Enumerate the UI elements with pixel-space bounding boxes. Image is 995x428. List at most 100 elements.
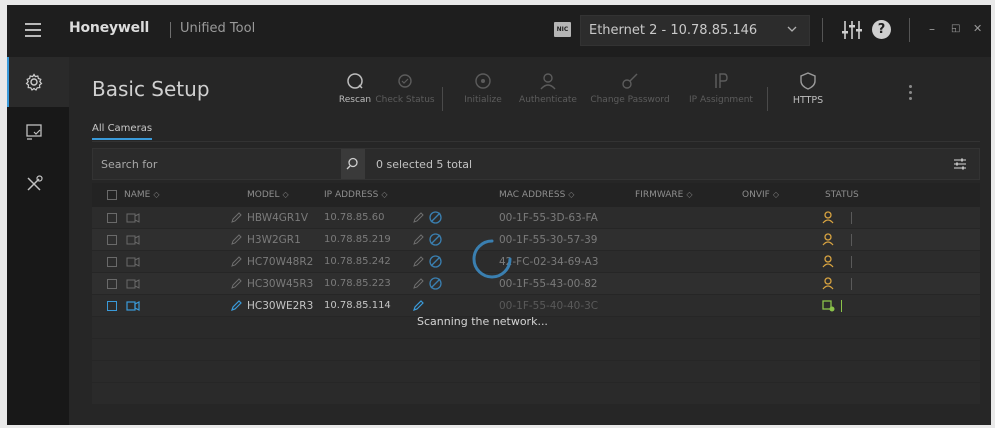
cell-mac-address: 00-1F-55-40-40-3C <box>499 300 599 312</box>
cell-mac-address: 00-1F-55-3D-63-FA <box>499 212 598 224</box>
authenticate-icon <box>540 73 556 90</box>
unlink-icon[interactable] <box>428 254 443 269</box>
initialize-icon <box>475 73 491 89</box>
cell-ip-address: 10.78.85.219 <box>324 234 391 245</box>
table-row[interactable]: H3W2GR1 10.78.85.219 00-1F-55-30-57-39 <box>92 229 980 251</box>
column-status[interactable]: STATUS <box>825 190 859 200</box>
unlink-icon[interactable] <box>428 232 443 247</box>
minimize-button[interactable]: – <box>929 22 935 36</box>
camera-icon <box>126 279 140 289</box>
page-title: Basic Setup <box>92 77 210 101</box>
table-row[interactable]: HC70W48R2 10.78.85.242 42-FC-02-34-69-A3 <box>92 251 980 273</box>
search-button[interactable] <box>341 149 365 179</box>
restore-button[interactable]: ◱ <box>951 22 960 36</box>
unlink-icon[interactable] <box>428 276 443 291</box>
brand-logo: Honeywell <box>69 20 150 36</box>
status-divider <box>851 234 852 246</box>
row-checkbox[interactable] <box>107 235 117 245</box>
row-checkbox[interactable] <box>107 213 117 223</box>
column-model[interactable]: MODEL ◇ <box>247 190 289 200</box>
network-select[interactable]: Ethernet 2 - 10.78.85.146 <box>580 15 810 46</box>
column-firmware[interactable]: FIRMWARE ◇ <box>635 190 693 200</box>
edit-ip-icon[interactable] <box>412 211 425 224</box>
table-row[interactable]: HC30WE2R3 10.78.85.114 00-1F-55-40-40-3C <box>92 295 980 317</box>
close-button[interactable]: ✕ <box>973 22 982 36</box>
status-divider <box>851 256 852 268</box>
change-password-button[interactable]: Change Password <box>588 71 672 105</box>
tab-all-cameras[interactable]: All Cameras <box>92 123 153 140</box>
status-divider <box>841 300 842 312</box>
authenticate-button[interactable]: Authenticate <box>516 71 580 105</box>
check-status-label: Check Status <box>375 95 435 105</box>
column-onvif[interactable]: ONVIF ◇ <box>742 190 779 200</box>
initialize-button[interactable]: Initialize <box>459 71 507 105</box>
cell-model: HC30W45R3 <box>247 278 314 290</box>
status-divider <box>851 212 852 224</box>
toolbar-divider <box>767 87 768 111</box>
device-scan-icon[interactable] <box>24 122 44 142</box>
titlebar-divider <box>822 18 823 42</box>
ip-assignment-icon <box>715 73 728 88</box>
settings-sliders-icon[interactable] <box>841 19 863 41</box>
brand-divider <box>170 22 171 38</box>
camera-icon <box>126 213 140 223</box>
gear-icon[interactable] <box>24 72 44 92</box>
camera-icon <box>126 301 140 311</box>
change-password-label: Change Password <box>590 95 670 105</box>
search-input[interactable] <box>101 150 341 178</box>
sidebar-active-indicator <box>7 57 9 107</box>
ip-assignment-button[interactable]: IP Assignment <box>681 71 761 105</box>
edit-ip-icon[interactable] <box>412 277 425 290</box>
selection-count: 0 selected 5 total <box>376 158 473 171</box>
network-select-value: Ethernet 2 - 10.78.85.146 <box>589 23 758 38</box>
edit-model-icon[interactable] <box>230 277 243 290</box>
cell-ip-address: 10.78.85.114 <box>324 300 391 311</box>
table-row[interactable]: HBW4GR1V 10.78.85.60 00-1F-55-3D-63-FA <box>92 207 980 229</box>
column-name[interactable]: NAME ◇ <box>124 190 160 200</box>
table-row[interactable]: HC30W45R3 10.78.85.223 00-1F-55-43-00-82 <box>92 273 980 295</box>
select-all-checkbox[interactable] <box>107 190 117 202</box>
check-status-button[interactable]: Check Status <box>375 71 435 105</box>
column-mac-address[interactable]: MAC ADDRESS ◇ <box>499 190 574 200</box>
device-online-icon <box>822 300 835 312</box>
camera-icon <box>126 257 140 267</box>
main-panel: Basic Setup Rescan Check Status Initiali… <box>69 57 991 425</box>
search-icon <box>346 157 358 170</box>
cell-model: HBW4GR1V <box>247 212 309 224</box>
cell-model: HC70W48R2 <box>247 256 314 268</box>
https-label: HTTPS <box>792 95 824 106</box>
row-checkbox[interactable] <box>107 279 117 289</box>
check-status-icon <box>398 74 412 88</box>
status-divider <box>851 278 852 290</box>
edit-ip-icon[interactable] <box>412 255 425 268</box>
edit-ip-icon[interactable] <box>412 233 425 246</box>
https-button[interactable]: HTTPS <box>781 71 835 106</box>
rescan-button[interactable]: Rescan <box>333 71 377 105</box>
scanning-message: Scanning the network... <box>417 315 548 328</box>
camera-table: NAME ◇ MODEL ◇ IP ADDRESS ◇ MAC ADDRESS ◇ FI… <box>92 183 980 405</box>
column-ip-address[interactable]: IP ADDRESS ◇ <box>324 190 387 200</box>
edit-ip-icon[interactable] <box>412 299 425 312</box>
shield-icon <box>800 72 816 90</box>
toolbar-divider <box>442 87 443 111</box>
row-checkbox[interactable] <box>107 257 117 267</box>
edit-model-icon[interactable] <box>230 299 243 312</box>
cell-ip-address: 10.78.85.60 <box>324 212 385 223</box>
app-window: Honeywell Unified Tool NIC Ethernet 2 - … <box>7 5 991 425</box>
more-options-icon[interactable] <box>909 85 913 103</box>
table-header: NAME ◇ MODEL ◇ IP ADDRESS ◇ MAC ADDRESS ◇ FI… <box>92 183 980 207</box>
rescan-label: Rescan <box>338 95 372 105</box>
cell-model: H3W2GR1 <box>247 234 301 246</box>
filter-icon[interactable] <box>953 157 967 171</box>
user-warning-icon <box>822 233 834 246</box>
edit-model-icon[interactable] <box>230 233 243 246</box>
authenticate-label: Authenticate <box>519 95 577 105</box>
edit-model-icon[interactable] <box>230 255 243 268</box>
edit-model-icon[interactable] <box>230 211 243 224</box>
hamburger-menu-icon[interactable] <box>25 23 41 37</box>
tools-icon[interactable] <box>24 174 44 194</box>
row-checkbox[interactable] <box>107 301 117 311</box>
unlink-icon[interactable] <box>428 210 443 225</box>
help-icon[interactable]: ? <box>872 20 891 39</box>
nic-icon: NIC <box>554 22 571 37</box>
